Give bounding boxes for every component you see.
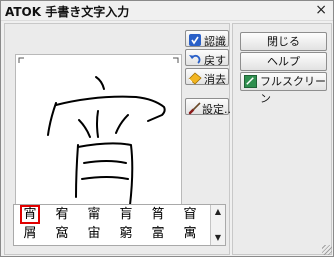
scroll-up-icon[interactable]: ▲ xyxy=(211,205,225,219)
recognize-label: 認識 xyxy=(204,35,226,48)
candidate-item[interactable]: 肓 xyxy=(116,206,136,224)
candidate-item[interactable]: 甯 xyxy=(84,206,104,224)
candidate-item[interactable]: 窮 xyxy=(116,225,136,243)
erase-button[interactable]: 消去 xyxy=(185,68,229,86)
candidate-scrollbar[interactable]: ▲ ▼ xyxy=(210,205,225,245)
candidate-item[interactable]: 宙 xyxy=(84,225,104,243)
candidate-item[interactable]: 窩 xyxy=(52,225,72,243)
candidate-item[interactable]: 宥 xyxy=(52,206,72,224)
brush-icon xyxy=(188,102,201,115)
resize-grip-icon[interactable] xyxy=(322,245,332,255)
erase-label: 消去 xyxy=(204,73,226,86)
scroll-down-icon[interactable]: ▼ xyxy=(211,231,225,245)
candidate-item[interactable]: 宵 xyxy=(20,206,40,224)
window-title: ATOK 手書き文字入力 xyxy=(5,5,130,19)
candidate-list: 宵 宥 甯 肓 筲 窅 屑 窩 宙 窮 富 寓 ▲ ▼ xyxy=(13,204,226,246)
undo-arrow-icon xyxy=(189,54,201,64)
candidate-item[interactable]: 窅 xyxy=(180,206,200,224)
close-button[interactable]: 閉じる xyxy=(240,32,327,51)
back-button[interactable]: 戻す xyxy=(185,49,229,67)
handwriting-window: ATOK 手書き文字入力 × 認識 戻す 消去 設定... 閉じる ヘルプ フル… xyxy=(0,0,334,257)
fullscreen-icon xyxy=(244,75,257,88)
canvas-strokes xyxy=(18,57,179,218)
candidate-item[interactable]: 屑 xyxy=(20,225,40,243)
recognize-button[interactable]: 認識 xyxy=(185,30,229,48)
candidate-item[interactable]: 寓 xyxy=(180,225,200,243)
settings-button[interactable]: 設定... xyxy=(185,98,235,116)
candidate-item[interactable]: 富 xyxy=(148,225,168,243)
handwriting-canvas[interactable] xyxy=(15,54,182,221)
eraser-icon xyxy=(188,72,202,85)
settings-label: 設定... xyxy=(202,103,235,116)
close-icon[interactable]: × xyxy=(315,2,327,18)
help-button[interactable]: ヘルプ xyxy=(240,52,327,71)
back-label: 戻す xyxy=(204,54,226,67)
fullscreen-label: フルスクリーン xyxy=(260,75,326,105)
recognize-icon xyxy=(189,34,201,46)
candidate-item[interactable]: 筲 xyxy=(148,206,168,224)
fullscreen-button[interactable]: フルスクリーン xyxy=(240,72,327,105)
right-panel: 閉じる ヘルプ フルスクリーン xyxy=(232,23,332,255)
title-bar[interactable]: ATOK 手書き文字入力 × xyxy=(1,1,333,21)
